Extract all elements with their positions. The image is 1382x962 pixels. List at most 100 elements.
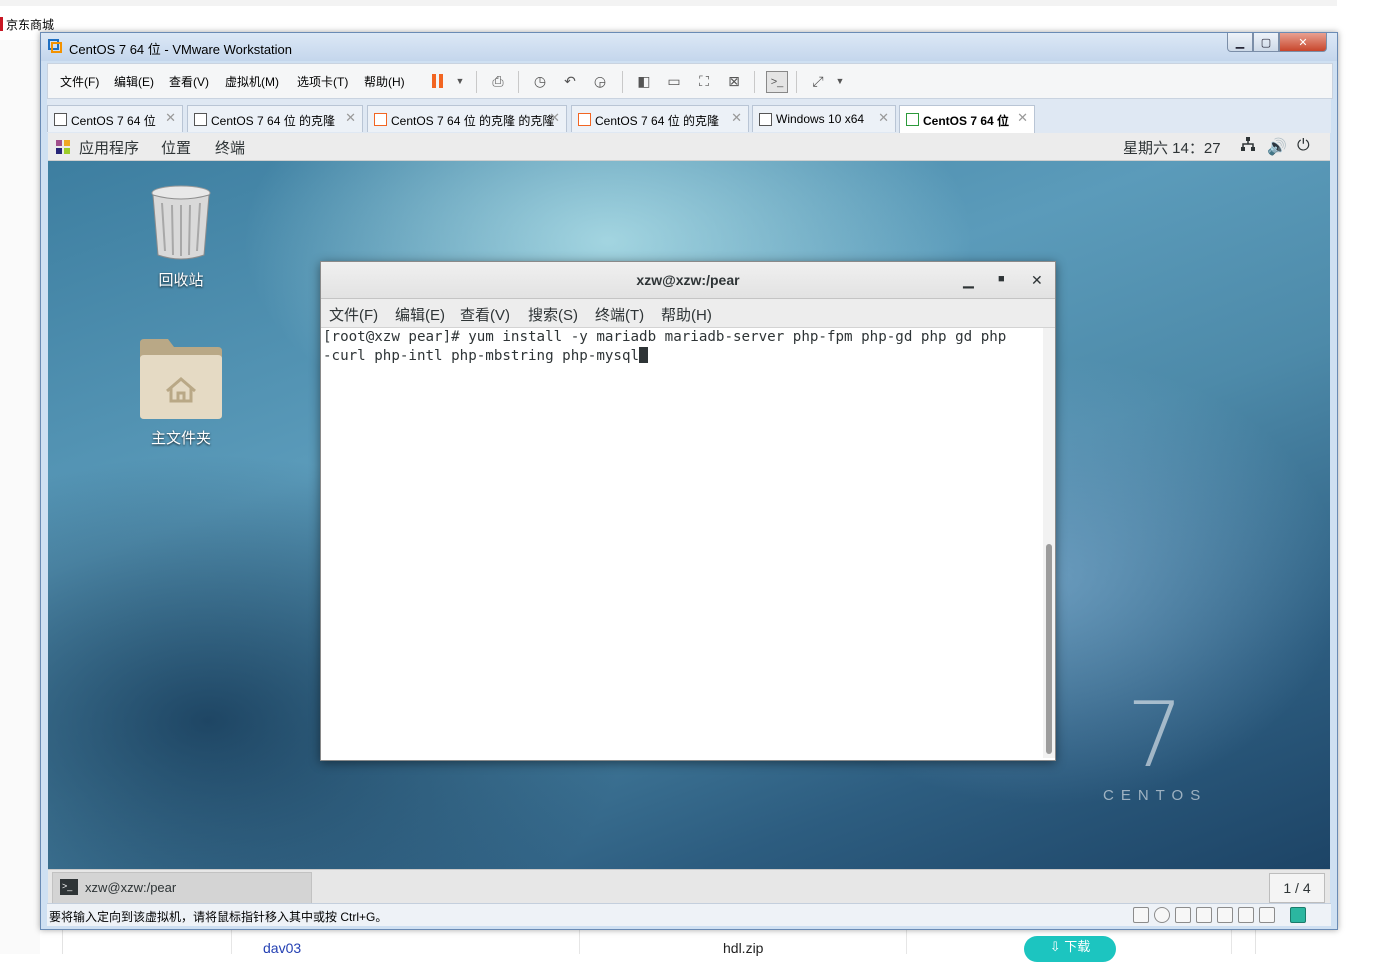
messages-icon[interactable] [1290,907,1306,923]
vm-running-icon [374,113,387,126]
terminal-menu-terminal[interactable]: 终端(T) [595,304,644,325]
tab-windows10[interactable]: Windows 10 x64 ✕ [752,105,896,132]
display-icon[interactable] [1259,907,1275,923]
cd-dvd-icon[interactable] [1154,907,1170,923]
vmware-window: CentOS 7 64 位 - VMware Workstation ▁ ▢ ✕… [40,32,1338,930]
menu-tabs[interactable]: 选项卡(T) [297,73,348,90]
tab-close-icon[interactable]: ✕ [878,110,889,126]
scrollbar-thumb[interactable] [1046,544,1052,754]
terminal-titlebar[interactable]: xzw@xzw:/pear ▁ ■ ✕ [321,262,1055,299]
hard-disk-icon[interactable] [1133,907,1149,923]
centos-version-number: 7 [1126,683,1184,788]
pause-icon[interactable] [428,71,448,91]
tab-close-icon[interactable]: ✕ [549,110,560,126]
browser-left-margin [0,40,40,954]
menu-vm[interactable]: 虚拟机(M) [225,73,279,90]
jd-logo-icon [0,17,3,31]
tab-centos7-clone-2[interactable]: CentOS 7 64 位 的克隆 ✕ [571,105,749,132]
vmware-statusbar: 要将输入定向到该虚拟机，请将鼠标指针移入其中或按 Ctrl+G。 [47,903,1331,926]
desktop-icon-home[interactable]: 主文件夹 [134,337,228,448]
terminal-menu-file[interactable]: 文件(F) [329,304,378,325]
send-ctrl-alt-del-icon[interactable]: ⎙ [488,71,508,91]
desktop-icon-trash[interactable]: 回收站 [134,185,228,290]
vmware-titlebar[interactable]: CentOS 7 64 位 - VMware Workstation ▁ ▢ ✕ [41,33,1337,61]
home-folder-icon [140,339,222,419]
tab-label: CentOS 7 64 位 [71,114,156,128]
console-view-icon[interactable]: ▭ [664,71,684,91]
network-adapter-icon[interactable] [1175,907,1191,923]
tab-centos7-active[interactable]: CentOS 7 64 位 ✕ [899,105,1035,133]
chevron-down-icon[interactable]: ▼ [830,71,850,91]
tab-label: CentOS 7 64 位 的克隆 [211,114,336,128]
vmware-menubar: 文件(F) 编辑(E) 查看(V) 虚拟机(M) 选项卡(T) 帮助(H) ▼ … [47,63,1333,99]
window-title: CentOS 7 64 位 - VMware Workstation [69,42,293,57]
bookmark-jd[interactable]: 京东商城 [0,14,54,34]
tab-close-icon[interactable]: ✕ [165,110,176,126]
vm-running-icon [906,113,919,126]
volume-icon[interactable]: 🔊 [1267,137,1287,157]
minimize-button[interactable]: ▁ [1227,33,1253,52]
tab-centos7[interactable]: CentOS 7 64 位 ✕ [47,105,183,132]
terminal-output[interactable]: [root@xzw pear]# yum install -y mariadb … [321,328,1043,758]
sound-card-icon[interactable] [1238,907,1254,923]
workspace-switcher[interactable]: 1 / 4 [1269,873,1325,903]
table-cell-divider [1231,928,1232,954]
clock[interactable]: 星期六 14：27 [1123,137,1221,158]
guest-screen[interactable]: 应用程序 位置 终端 星期六 14：27 🔊 ⏻ 回收站 主文件夹 7 CENT… [48,133,1330,904]
taskbar-item-label: xzw@xzw:/pear [85,880,177,895]
terminal-menu-view[interactable]: 查看(V) [460,304,510,325]
tab-centos7-clone[interactable]: CentOS 7 64 位 的克隆 ✕ [187,105,363,132]
menu-edit[interactable]: 编辑(E) [114,73,154,90]
menu-help[interactable]: 帮助(H) [364,73,405,90]
fullscreen-icon[interactable]: ⛶ [694,71,714,91]
revert-snapshot-icon[interactable]: ↶ [560,71,580,91]
tab-label: CentOS 7 64 位 的克隆 的克隆 [391,114,555,128]
usb-icon[interactable] [1217,907,1233,923]
toolbar-separator [476,71,477,93]
text-cursor [639,347,649,363]
tab-close-icon[interactable]: ✕ [345,110,356,126]
terminal-window[interactable]: xzw@xzw:/pear ▁ ■ ✕ 文件(F) 编辑(E) 查看(V) 搜索… [320,261,1056,761]
terminal-menu-edit[interactable]: 编辑(E) [395,304,445,325]
minimize-icon[interactable]: ▁ [963,272,974,289]
table-cell-divider [579,928,580,954]
network-icon[interactable] [1241,137,1255,156]
menu-file[interactable]: 文件(F) [60,73,99,90]
tab-label: Windows 10 x64 [776,112,865,126]
stretch-icon[interactable]: ⤢ [808,71,828,91]
terminal-scrollbar[interactable] [1043,328,1055,758]
table-cell-divider [906,928,907,954]
gnome-menu-applications[interactable]: 应用程序 [79,137,139,158]
maximize-icon[interactable]: ■ [998,273,1005,285]
toolbar-separator [796,71,797,93]
window-controls: ▁ ▢ ✕ [1227,33,1331,53]
snapshot-icon[interactable]: ◷ [530,71,550,91]
taskbar-item-terminal[interactable]: >_ xzw@xzw:/pear [52,872,312,904]
gnome-top-bar: 应用程序 位置 终端 星期六 14：27 🔊 ⏻ [48,133,1330,161]
menu-view[interactable]: 查看(V) [169,73,209,90]
close-button[interactable]: ✕ [1279,33,1327,52]
gnome-menu-terminal[interactable]: 终端 [215,137,245,158]
terminal-line-1: [root@xzw pear]# yum install -y mariadb … [323,329,1007,345]
close-icon[interactable]: ✕ [1031,272,1043,289]
chevron-down-icon[interactable]: ▼ [450,71,470,91]
tab-centos7-clone-clone[interactable]: CentOS 7 64 位 的克隆 的克隆 ✕ [367,105,567,132]
maximize-button[interactable]: ▢ [1253,33,1279,52]
terminal-menu-search[interactable]: 搜索(S) [528,304,578,325]
bookmark-label: 京东商城 [6,17,55,32]
gnome-menu-places[interactable]: 位置 [161,137,191,158]
power-icon[interactable]: ⏻ [1297,137,1310,155]
status-message: 要将输入定向到该虚拟机，请将鼠标指针移入其中或按 Ctrl+G。 [49,910,388,924]
unity-icon[interactable]: ⊠ [724,71,744,91]
printer-icon[interactable] [1196,907,1212,923]
tab-close-icon[interactable]: ✕ [1017,110,1028,126]
sidebar-view-icon[interactable]: ◧ [634,71,654,91]
toolbar-separator [518,71,519,93]
download-button[interactable]: ⇩ 下载 [1024,936,1116,962]
terminal-menu-help[interactable]: 帮助(H) [661,304,712,325]
terminal-console-icon[interactable]: >_ [766,71,788,93]
toolbar-separator [622,71,623,93]
tab-close-icon[interactable]: ✕ [731,110,742,126]
trash-icon [151,185,211,260]
snapshot-manager-icon[interactable]: ◶ [590,71,610,91]
